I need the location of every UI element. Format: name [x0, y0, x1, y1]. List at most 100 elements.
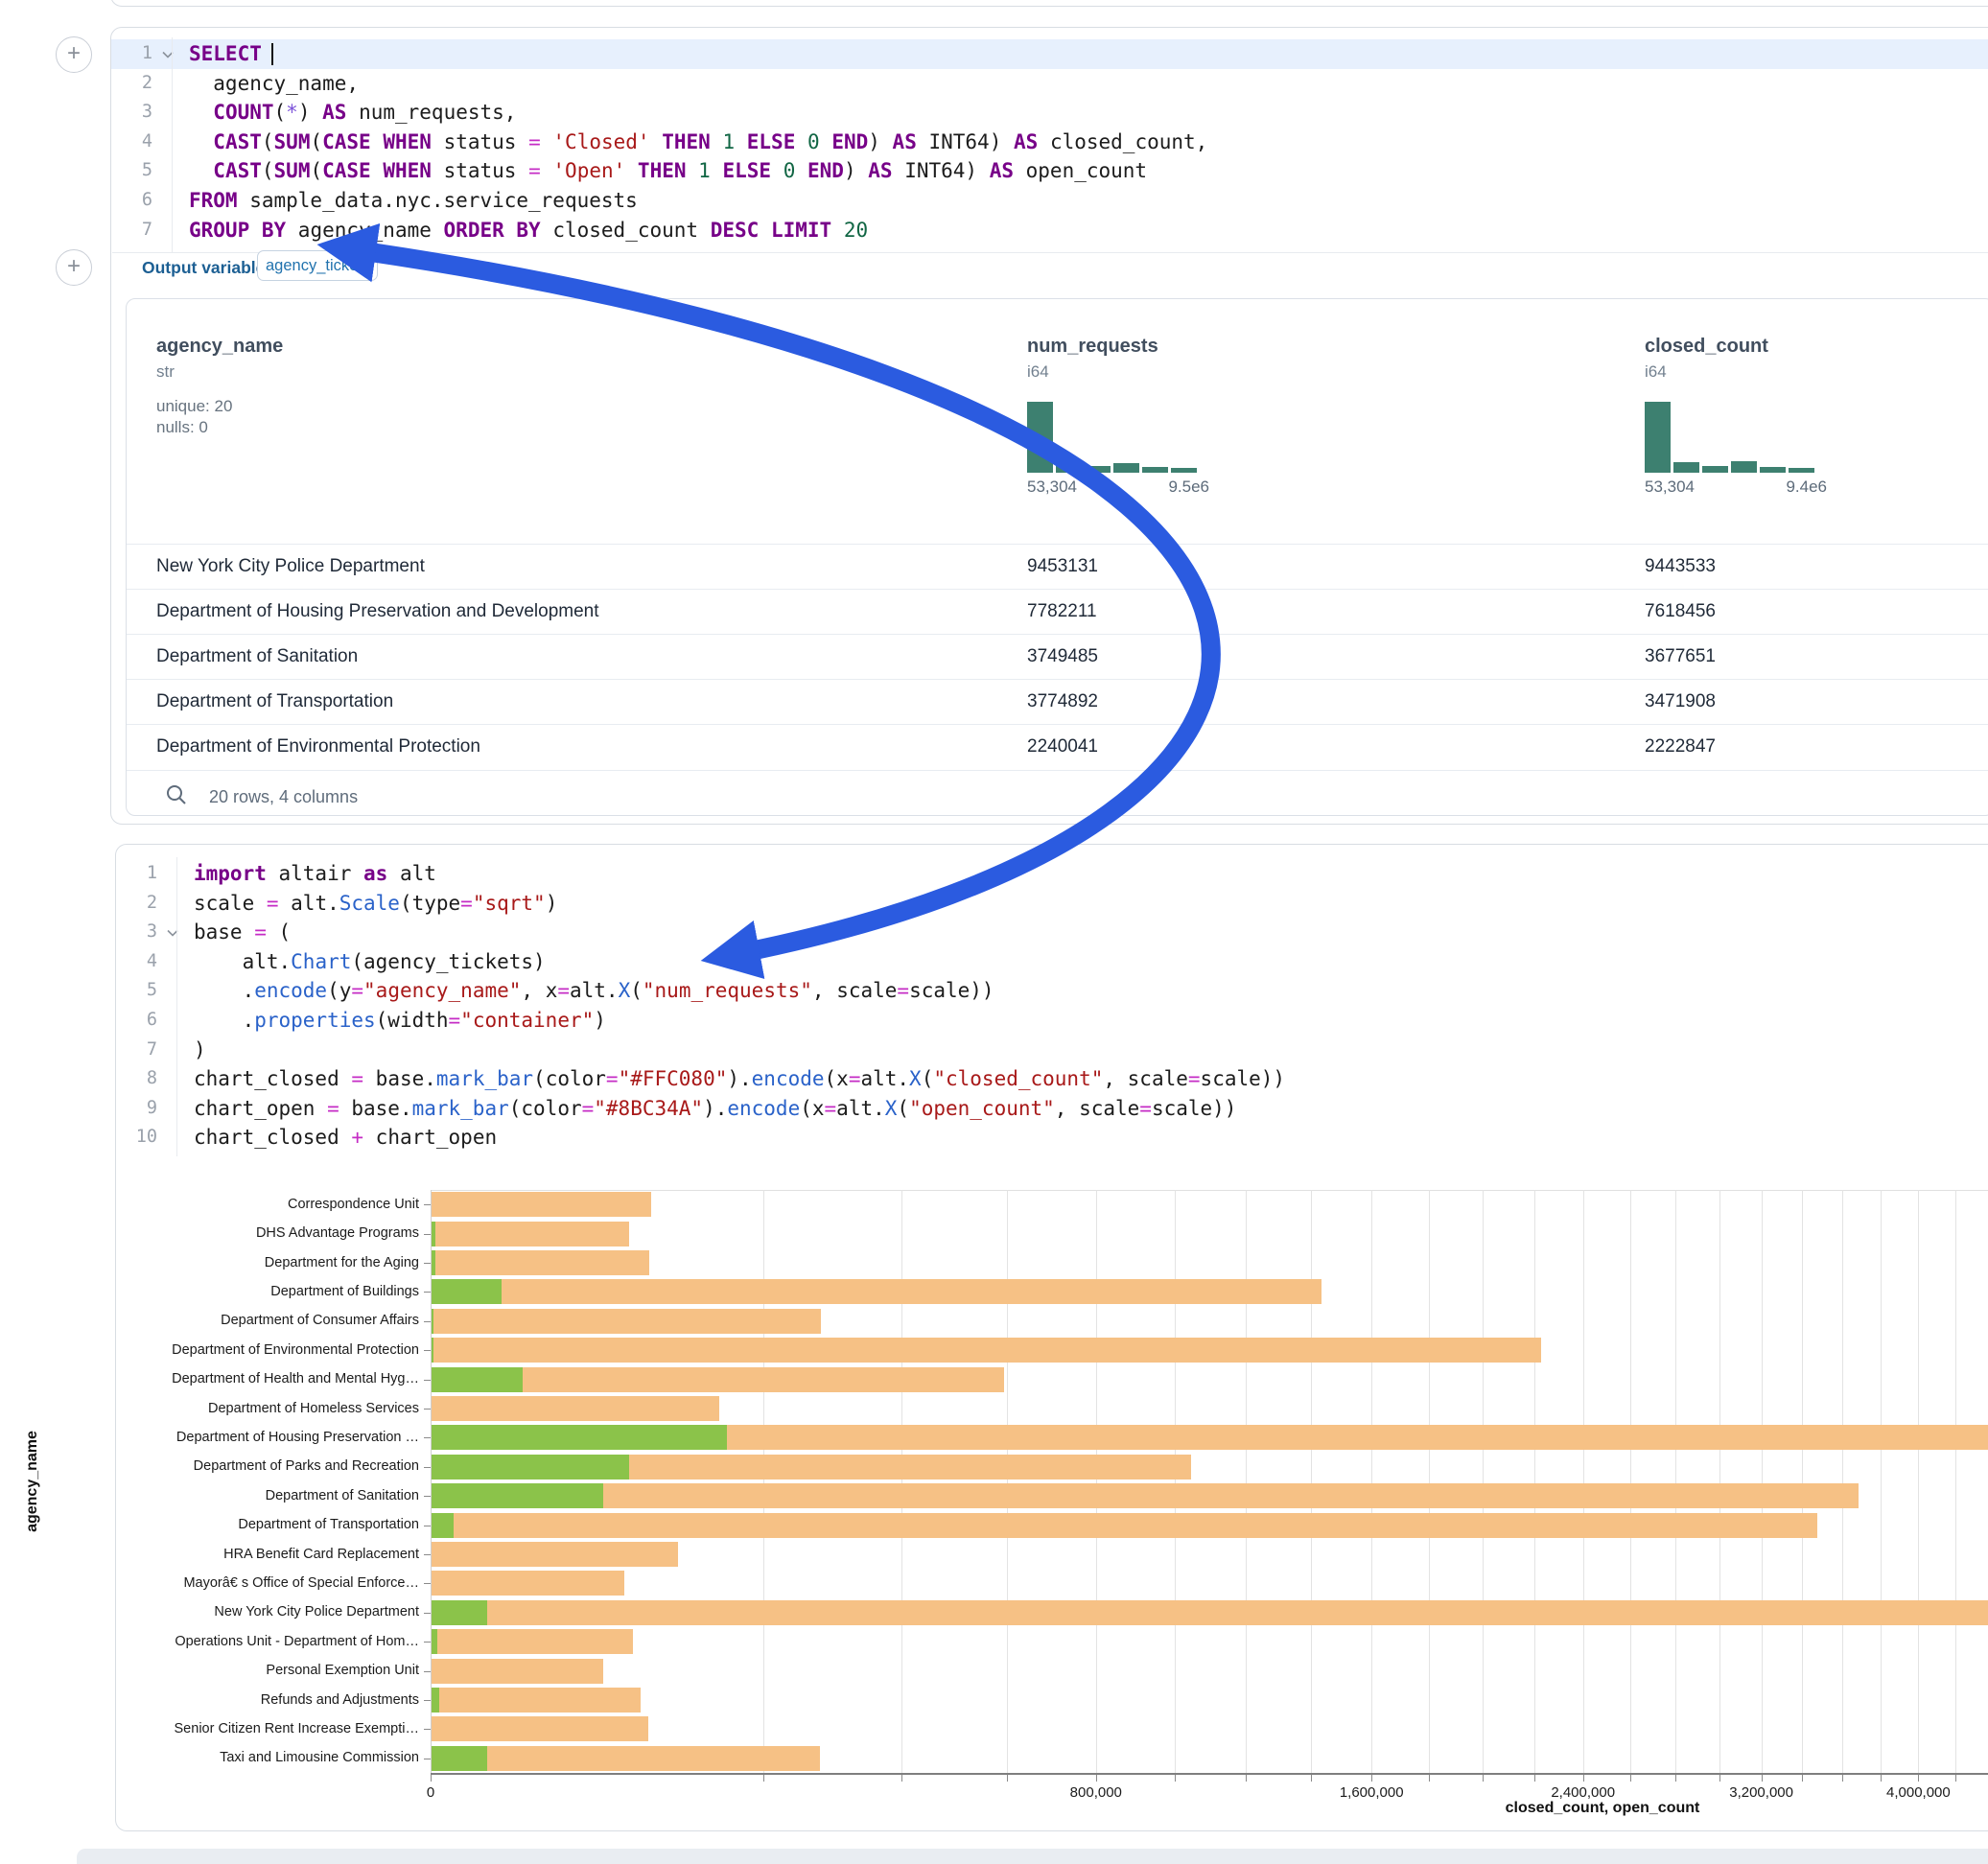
next-cell-edge [77, 1849, 1988, 1864]
line-number: 9 [116, 1094, 157, 1124]
x-tick [1311, 1775, 1312, 1782]
bar-closed-count [432, 1513, 1817, 1538]
table-cell: 2222847 [1645, 736, 1988, 757]
table-row: Department of Housing Preservation and D… [127, 589, 1988, 635]
histogram-bar [1789, 468, 1814, 473]
bar-closed-count [432, 1309, 821, 1334]
histogram-max-label: 9.5e6 [1168, 478, 1209, 497]
add-cell-button[interactable]: + [56, 36, 92, 73]
bar-open-count [432, 1309, 433, 1334]
y-tick [424, 1380, 431, 1381]
table-cell: 7782211 [1027, 601, 1622, 622]
x-axis-label: 0 [373, 1784, 488, 1801]
y-axis-label: Operations Unit - Department of Hom… [1, 1634, 419, 1649]
y-axis-label: Department of Transportation [1, 1517, 419, 1532]
line-number: 7 [116, 1036, 157, 1065]
line-number: 4 [111, 128, 152, 157]
gridline [1246, 1190, 1247, 1773]
code-line: 1SELECT [111, 39, 1988, 69]
code-text: chart_open = base.mark_bar(color="#8BC34… [182, 1094, 1988, 1124]
table-cell: 3749485 [1027, 646, 1622, 667]
y-axis-label: Department of Parks and Recreation [1, 1458, 419, 1474]
add-cell-button[interactable]: + [56, 249, 92, 286]
fold-spacer [152, 128, 177, 157]
code-line: 7GROUP BY agency_name ORDER BY closed_co… [111, 216, 1988, 245]
histogram-bar [1142, 467, 1168, 473]
y-tick [424, 1409, 431, 1410]
fold-chevron-icon[interactable] [152, 39, 177, 69]
output-variable-pill[interactable]: agency_tickets [257, 250, 378, 281]
line-number: 8 [116, 1064, 157, 1094]
gridline [901, 1190, 902, 1773]
y-tick [424, 1496, 431, 1497]
histogram-bar [1085, 466, 1111, 473]
y-tick [424, 1321, 431, 1322]
code-line: 2 agency_name, [111, 69, 1988, 99]
table-cell: 3677651 [1645, 646, 1988, 667]
sql-editor[interactable]: 1SELECT2 agency_name,3 COUNT(*) AS num_r… [111, 28, 1988, 245]
table-cell: 9443533 [1645, 556, 1988, 577]
code-line: 4 CAST(SUM(CASE WHEN status = 'Closed' T… [111, 128, 1988, 157]
y-tick [424, 1554, 431, 1555]
bar-closed-count [432, 1600, 1988, 1625]
fold-chevron-icon[interactable] [157, 918, 182, 947]
code-line: 3 base = ( [116, 918, 1988, 947]
output-chart: Correspondence UnitDHS Advantage Program… [1, 1178, 1988, 1840]
line-number: 6 [116, 1006, 157, 1036]
search-icon[interactable] [165, 783, 188, 811]
histogram-min-label: 53,304 [1027, 478, 1077, 497]
code-line: 7) [116, 1036, 1988, 1065]
line-number: 2 [116, 889, 157, 919]
x-tick [1483, 1775, 1484, 1782]
column-histogram: 53,3049.4e6 [1645, 401, 1827, 497]
line-number: 4 [116, 947, 157, 977]
table-cell: 9453131 [1027, 556, 1622, 577]
gutter-divider [176, 857, 177, 1156]
code-text: base = ( [182, 918, 1988, 947]
x-tick [1007, 1775, 1008, 1782]
gridline [1918, 1190, 1919, 1773]
code-text: CAST(SUM(CASE WHEN status = 'Closed' THE… [177, 128, 1988, 157]
column-type: str [156, 362, 175, 382]
x-tick [1630, 1775, 1631, 1782]
bar-closed-count [432, 1688, 641, 1713]
x-axis-line [431, 1773, 1988, 1775]
code-text: .encode(y="agency_name", x=alt.X("num_re… [182, 976, 1988, 1006]
code-text: alt.Chart(agency_tickets) [182, 947, 1988, 977]
table-cell: 2240041 [1027, 736, 1622, 757]
python-editor[interactable]: 1import altair as alt2scale = alt.Scale(… [116, 845, 1988, 1153]
bar-closed-count [432, 1716, 648, 1741]
gridline [1675, 1190, 1676, 1773]
histogram-bar [1027, 402, 1053, 473]
bar-open-count [432, 1367, 523, 1392]
line-number: 10 [116, 1123, 157, 1153]
line-number: 3 [116, 918, 157, 947]
x-tick [1175, 1775, 1176, 1782]
y-axis-label: Department of Sanitation [1, 1488, 419, 1503]
code-text: SELECT [177, 39, 1988, 69]
row-count-summary: 20 rows, 4 columns [209, 787, 358, 807]
bar-closed-count [432, 1279, 1321, 1304]
column-histogram: 53,304 9.5e6 [1027, 401, 1209, 497]
bar-open-count [432, 1455, 629, 1480]
gridline [1096, 1190, 1097, 1773]
plus-icon: + [67, 40, 81, 66]
bar-open-count [432, 1746, 487, 1771]
x-tick [1802, 1775, 1803, 1782]
table-row: Department of Sanitation37494853677651 [127, 634, 1988, 680]
code-text: COUNT(*) AS num_requests, [177, 98, 1988, 128]
y-tick [424, 1234, 431, 1235]
x-tick [1371, 1775, 1372, 1782]
x-tick [1583, 1775, 1584, 1782]
column-header[interactable]: closed_count [1645, 336, 1768, 358]
bar-closed-count [432, 1746, 820, 1771]
gridline [1630, 1190, 1631, 1773]
x-tick [1762, 1775, 1763, 1782]
table-footer: 20 rows, 4 columns [127, 779, 358, 815]
y-tick [424, 1437, 431, 1438]
column-header[interactable]: num_requests [1027, 336, 1158, 358]
fold-spacer [152, 216, 177, 245]
column-header[interactable]: agency_name [156, 336, 283, 358]
y-axis-title: agency_name [24, 1338, 45, 1625]
fold-spacer [152, 186, 177, 216]
